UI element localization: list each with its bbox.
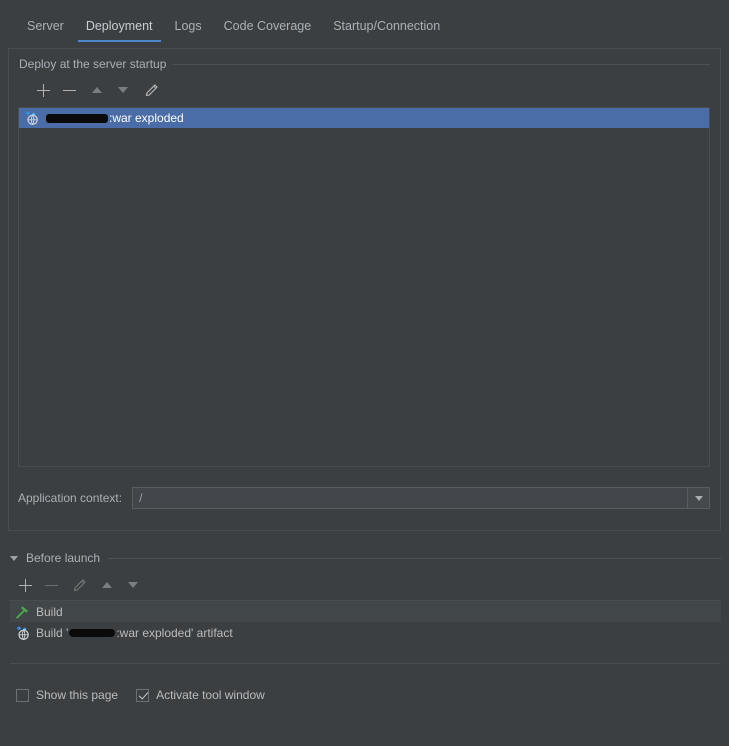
tab-logs[interactable]: Logs [164, 19, 213, 42]
tab-bar: Server Deployment Logs Code Coverage Sta… [0, 0, 729, 42]
deploy-group-header: Deploy at the server startup [9, 49, 720, 71]
pencil-icon [145, 83, 158, 96]
application-context-dropdown-button[interactable] [687, 488, 709, 508]
artifact-name-suffix: :war exploded [109, 111, 184, 125]
list-item[interactable]: Build ' :war exploded' artifact [10, 622, 721, 643]
task-label-suffix: :war exploded' artifact [116, 625, 233, 640]
bottom-options-row: Show this page Activate tool window [16, 688, 283, 702]
activate-tool-window-label: Activate tool window [156, 688, 265, 702]
tab-server[interactable]: Server [16, 19, 75, 42]
chevron-down-icon [118, 87, 128, 93]
show-this-page-checkbox[interactable]: Show this page [16, 688, 118, 702]
chevron-up-icon [92, 87, 102, 93]
before-launch-toolbar [12, 573, 146, 597]
minus-icon [62, 84, 76, 97]
before-launch-title: Before launch [26, 551, 101, 565]
checkbox-box[interactable] [136, 688, 150, 702]
before-launch-task-list[interactable]: Build Build ' :war exploded' artifact [10, 600, 721, 664]
list-item[interactable]: Build [10, 601, 721, 622]
move-artifact-down-button[interactable] [110, 78, 136, 102]
show-this-page-label: Show this page [36, 688, 119, 702]
remove-artifact-button[interactable] [56, 78, 82, 102]
move-artifact-up-button[interactable] [84, 78, 110, 102]
move-task-up-button[interactable] [94, 573, 120, 597]
deployment-artifact-list[interactable]: :war exploded [18, 107, 710, 467]
add-task-button[interactable] [12, 573, 38, 597]
plus-icon [18, 578, 32, 592]
move-task-down-button[interactable] [120, 573, 146, 597]
pencil-icon [73, 578, 86, 591]
remove-task-button[interactable] [38, 573, 64, 597]
redacted-artifact-name [46, 113, 108, 123]
artifact-toolbar [9, 77, 720, 103]
tab-code-coverage[interactable]: Code Coverage [213, 19, 323, 42]
task-label-prefix: Build [36, 604, 63, 619]
build-hammer-icon [16, 605, 29, 619]
application-context-combobox[interactable]: / [132, 487, 710, 509]
list-item-label: Build ' :war exploded' artifact [36, 626, 233, 640]
edit-artifact-button[interactable] [138, 78, 164, 102]
plus-icon [36, 83, 50, 97]
before-launch-divider-line [108, 557, 721, 559]
before-launch-header[interactable]: Before launch [10, 551, 721, 565]
application-context-row: Application context: / [18, 487, 710, 509]
edit-task-button[interactable] [66, 573, 92, 597]
group-divider-line [173, 63, 710, 65]
activate-tool-window-checkbox[interactable]: Activate tool window [136, 688, 265, 702]
list-item-label: :war exploded [45, 111, 184, 125]
application-context-input[interactable]: / [133, 488, 687, 508]
artifact-icon [25, 111, 38, 126]
artifact-icon [16, 625, 29, 640]
chevron-up-icon [102, 582, 112, 588]
minus-icon [44, 579, 58, 592]
chevron-down-icon [694, 495, 703, 501]
list-item-label: Build [36, 605, 63, 619]
add-artifact-button[interactable] [30, 78, 56, 102]
checkbox-box[interactable] [16, 688, 29, 702]
application-context-label: Application context: [18, 491, 123, 505]
task-label-prefix: Build ' [36, 625, 69, 640]
tab-startup-connection[interactable]: Startup/Connection [322, 19, 451, 42]
redacted-artifact-name [69, 628, 116, 637]
tab-deployment[interactable]: Deployment [75, 19, 164, 42]
collapse-triangle-icon[interactable] [10, 555, 18, 561]
list-item[interactable]: :war exploded [19, 108, 709, 128]
chevron-down-icon [128, 582, 138, 588]
deploy-group-title: Deploy at the server startup [19, 57, 167, 71]
